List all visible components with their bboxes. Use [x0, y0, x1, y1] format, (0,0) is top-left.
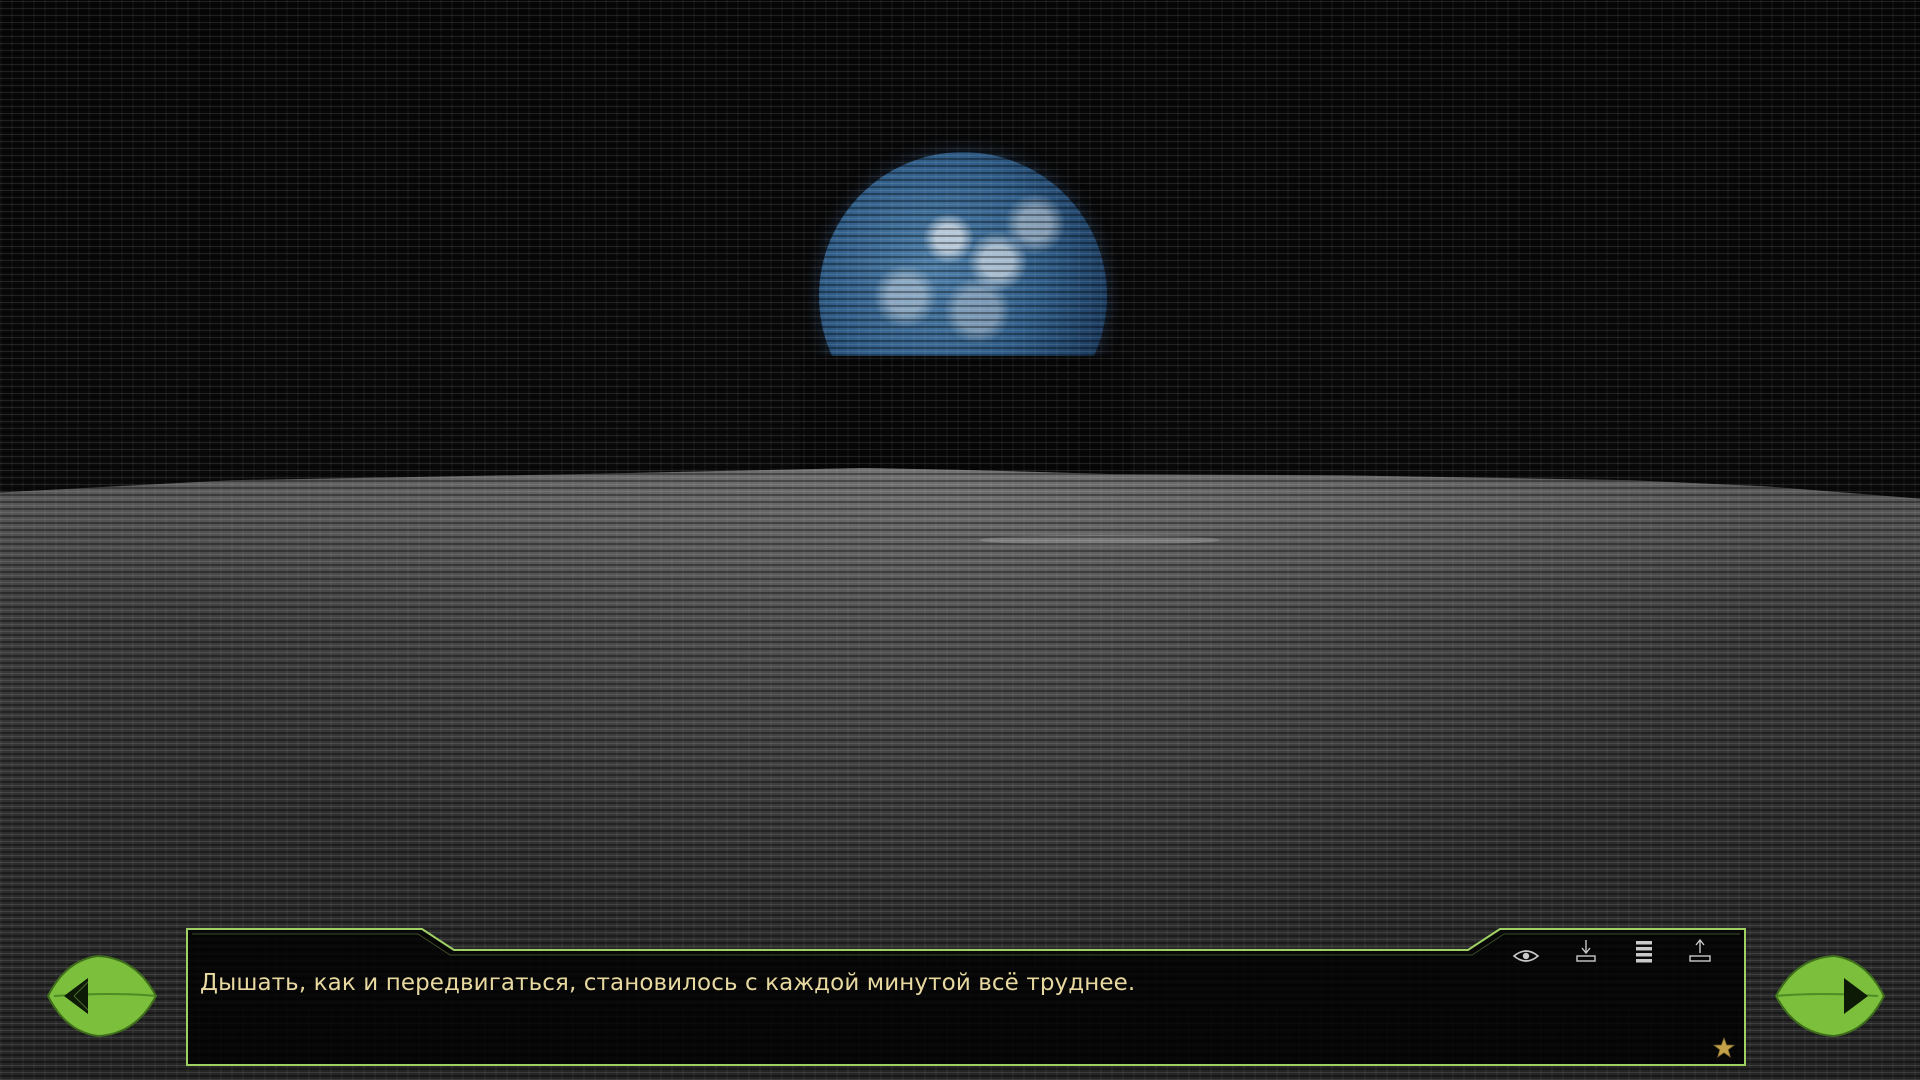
star-icon[interactable]: [1712, 1036, 1736, 1060]
load-icon[interactable]: [1682, 938, 1718, 966]
leaf-arrow-left-icon: [46, 954, 158, 1038]
next-button[interactable]: [1772, 952, 1888, 1040]
dialogue-box[interactable]: Дышать, как и передвигаться, становилось…: [186, 928, 1746, 1066]
game-scene: Дышать, как и передвигаться, становилось…: [0, 0, 1920, 1080]
earth-shadow: [800, 356, 1130, 476]
dialogue-text: Дышать, как и передвигаться, становилось…: [200, 970, 1136, 996]
previous-button[interactable]: [44, 952, 160, 1040]
menu-list-icon[interactable]: [1626, 938, 1662, 966]
eye-icon[interactable]: [1508, 942, 1544, 970]
save-icon[interactable]: [1568, 938, 1604, 966]
leaf-arrow-right-icon: [1774, 954, 1886, 1038]
lunar-ridge: [980, 535, 1220, 545]
